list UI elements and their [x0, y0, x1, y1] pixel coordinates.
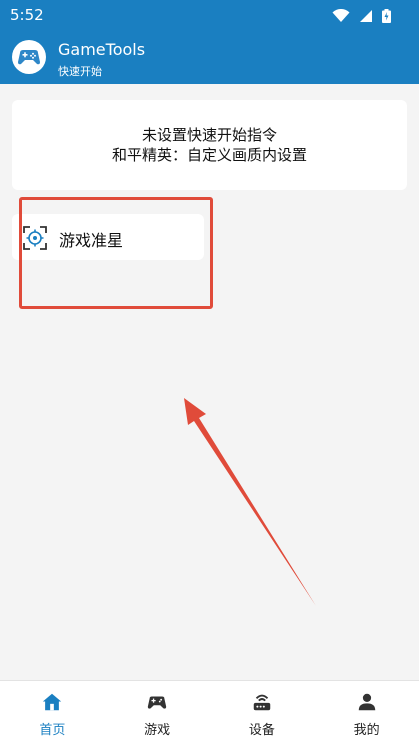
notice-line-1: 未设置快速开始指令 — [141, 126, 277, 144]
annotation-highlight-box — [19, 197, 213, 309]
status-icons — [332, 8, 391, 27]
bottom-nav: 首页 游戏 设备 我的 — [0, 680, 419, 746]
app-title: GameTools — [58, 40, 146, 59]
gamepad-icon — [147, 696, 167, 709]
quick-start-notice-card[interactable]: 未设置快速开始指令 和平精英：自定义画质内设置 — [12, 100, 407, 190]
router-icon — [253, 694, 271, 711]
nav-label-games: 游戏 — [144, 723, 171, 738]
battery-icon — [382, 9, 391, 23]
app-bar: GameTools 快速开始 — [0, 30, 419, 84]
gamepad-logo-icon — [18, 50, 40, 65]
notice-line-2: 和平精英：自定义画质内设置 — [111, 146, 307, 164]
nav-item-profile[interactable]: 我的 — [314, 681, 419, 746]
app-subtitle: 快速开始 — [58, 65, 102, 78]
nav-item-devices[interactable]: 设备 — [210, 681, 315, 746]
nav-label-devices: 设备 — [248, 723, 275, 738]
status-bar: 5:52 — [0, 0, 419, 30]
home-icon — [43, 693, 62, 711]
app-logo — [12, 40, 46, 74]
signal-icon — [359, 10, 372, 22]
nav-label-home: 首页 — [39, 723, 66, 738]
nav-item-games[interactable]: 游戏 — [105, 681, 210, 746]
user-icon — [358, 693, 375, 711]
nav-item-home[interactable]: 首页 — [0, 681, 105, 746]
nav-label-profile: 我的 — [353, 723, 380, 738]
status-time: 5:52 — [10, 6, 44, 24]
wifi-icon — [332, 8, 350, 22]
